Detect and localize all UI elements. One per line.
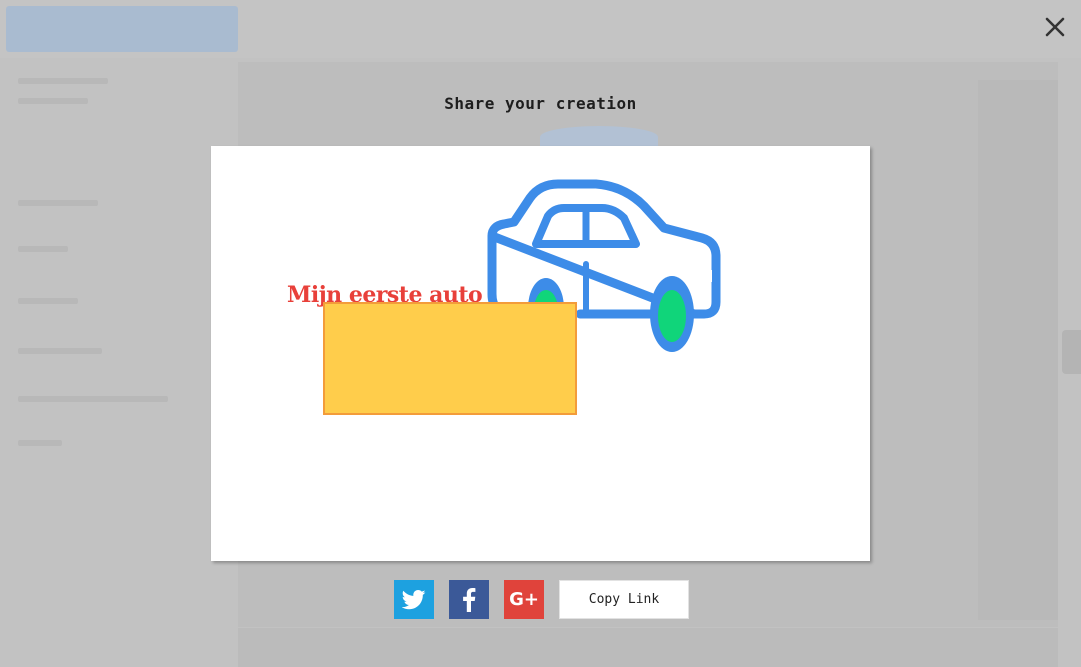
headlight [698,270,712,282]
twitter-icon [402,589,426,609]
background-sidebar-line [18,396,168,402]
wheel-front-hub [658,290,686,342]
close-button[interactable] [1040,12,1070,42]
background-sidebar-line [18,440,62,446]
background-sidebar-line [18,348,102,354]
background-logo-area [6,6,238,52]
facebook-share-button[interactable] [449,580,489,619]
background-sidebar-line [18,200,98,206]
background-sidebar-line [18,298,78,304]
background-bottom-bar [238,628,1058,667]
creation-preview: Mijn eerste auto [211,146,870,561]
facebook-icon [463,587,476,612]
twitter-share-button[interactable] [394,580,434,619]
background-sidebar-line [18,246,68,252]
background-blob [540,126,658,148]
google-plus-icon: G+ [509,589,539,610]
yellow-rectangle [323,302,577,415]
google-plus-share-button[interactable]: G+ [504,580,544,619]
background-panel-handle [1062,330,1081,374]
background-side-panel [978,80,1058,620]
share-bar: G+ Copy Link [394,580,689,619]
modal-title: Share your creation [444,94,637,113]
background-sidebar-line [18,78,108,84]
close-icon [1045,17,1065,37]
copy-link-button[interactable]: Copy Link [559,580,689,619]
